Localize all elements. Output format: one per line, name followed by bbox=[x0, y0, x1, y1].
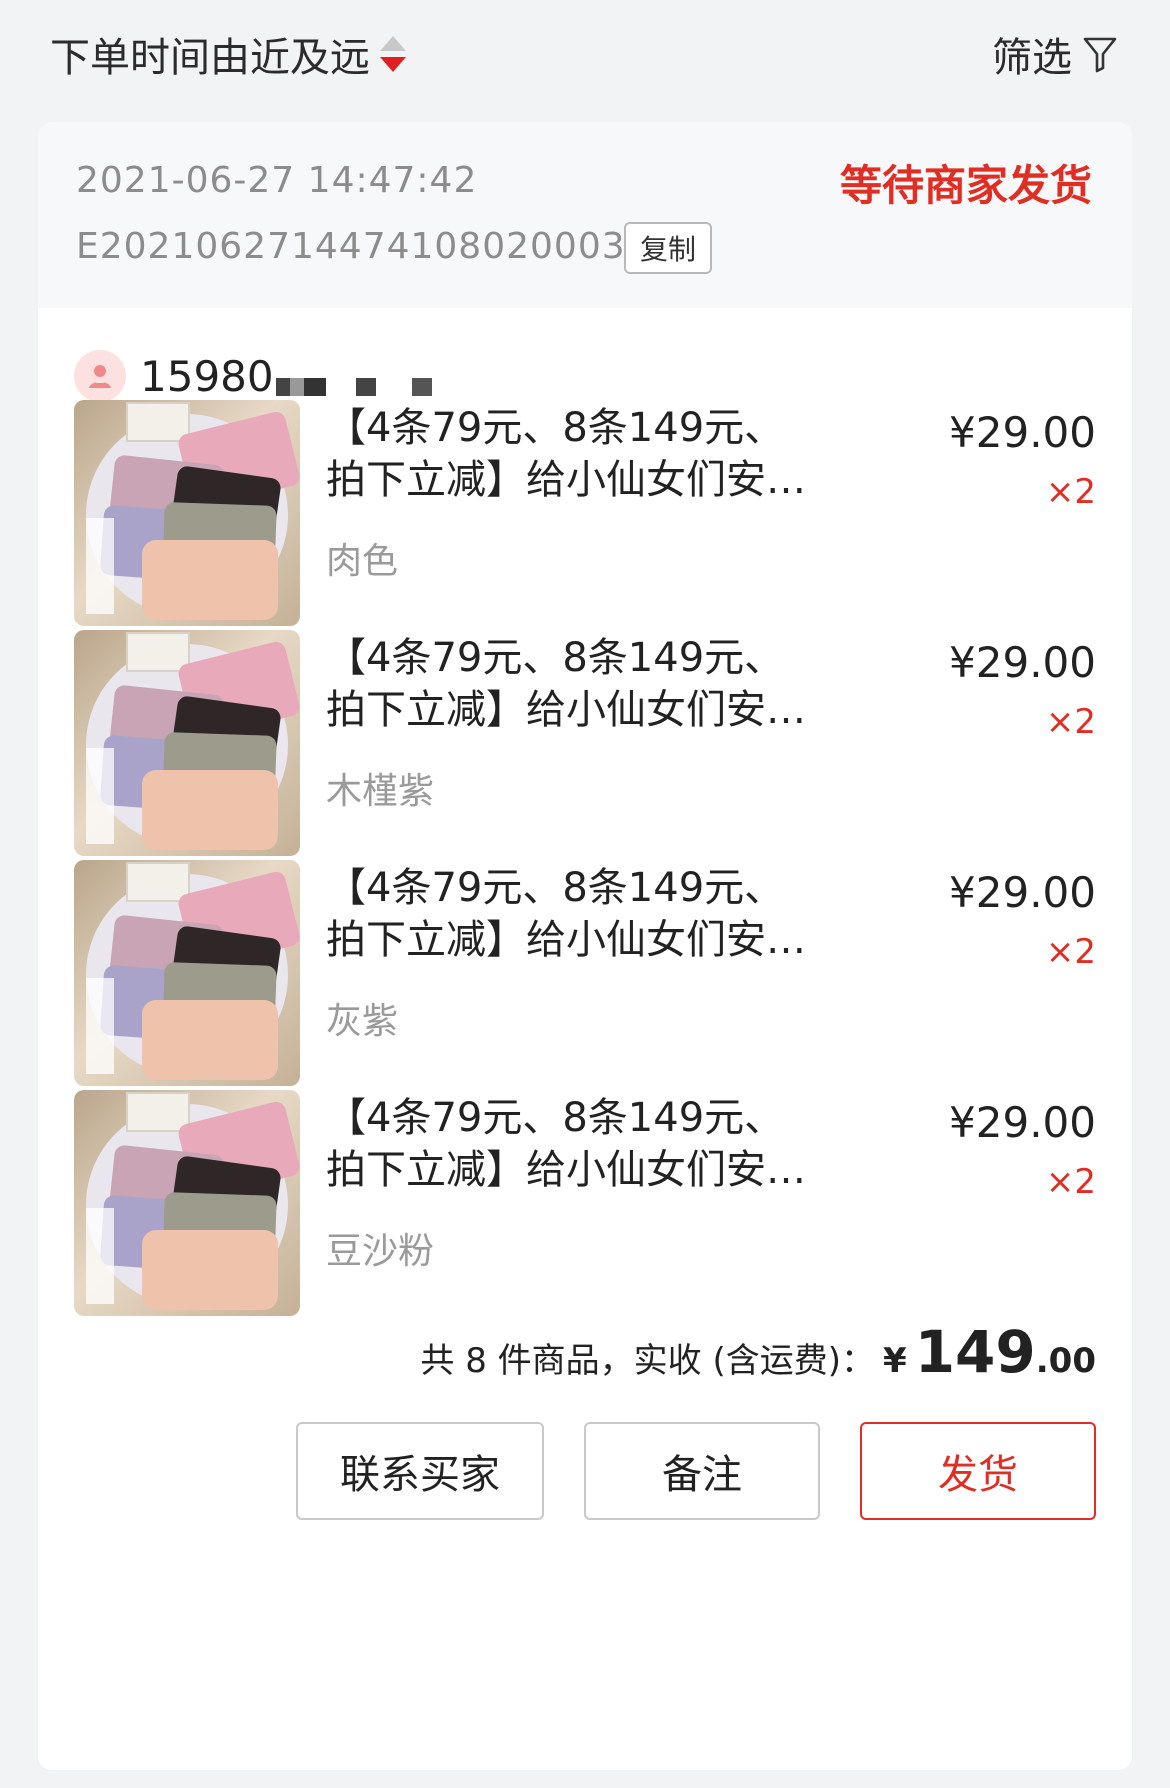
phone-mask bbox=[275, 356, 432, 396]
product-title-line2: 拍下立减】给小仙女们安… bbox=[326, 687, 806, 733]
filter-button[interactable]: 筛选 bbox=[992, 28, 1118, 81]
ship-button[interactable]: 发货 bbox=[860, 1422, 1096, 1520]
product-price: ¥29.00 bbox=[949, 1098, 1096, 1147]
product-thumbnail bbox=[74, 1090, 300, 1316]
product-title: 【4条79元、8条149元、 拍下立减】给小仙女们安… bbox=[326, 632, 846, 744]
product-item[interactable]: 【4条79元、8条149元、 拍下立减】给小仙女们安… 豆沙粉 ¥29.00 ×… bbox=[74, 1090, 1096, 1316]
product-title-line1: 【4条79元、8条149元、 bbox=[326, 405, 785, 451]
sort-toggle[interactable]: 下单时间由近及远 bbox=[50, 28, 406, 81]
product-item[interactable]: 【4条79元、8条149元、 拍下立减】给小仙女们安… 灰紫 ¥29.00 ×2 bbox=[74, 860, 1096, 1086]
summary-currency: ¥ bbox=[883, 1341, 907, 1381]
product-price: ¥29.00 bbox=[949, 638, 1096, 687]
product-price: ¥29.00 bbox=[949, 868, 1096, 917]
product-sku: 肉色 bbox=[326, 541, 399, 582]
top-bar: 下单时间由近及远 筛选 bbox=[0, 0, 1170, 110]
product-price: ¥29.00 bbox=[949, 408, 1096, 457]
user-icon bbox=[74, 350, 126, 402]
note-button[interactable]: 备注 bbox=[584, 1422, 820, 1520]
product-title-line1: 【4条79元、8条149元、 bbox=[326, 635, 785, 681]
product-title: 【4条79元、8条149元、 拍下立减】给小仙女们安… bbox=[326, 862, 846, 974]
contact-buyer-button[interactable]: 联系买家 bbox=[296, 1422, 544, 1520]
product-quantity: ×2 bbox=[1045, 472, 1096, 512]
product-title: 【4条79元、8条149元、 拍下立减】给小仙女们安… bbox=[326, 1092, 846, 1204]
product-item[interactable]: 【4条79元、8条149元、 拍下立减】给小仙女们安… 肉色 ¥29.00 ×2 bbox=[74, 400, 1096, 626]
product-item[interactable]: 【4条79元、8条149元、 拍下立减】给小仙女们安… 木槿紫 ¥29.00 ×… bbox=[74, 630, 1096, 856]
order-body: 15980 【4条79元、8条149元、 拍下立减】给小仙女们安… 肉色 ¥29… bbox=[38, 308, 1132, 1770]
product-quantity: ×2 bbox=[1045, 932, 1096, 972]
product-title-line1: 【4条79元、8条149元、 bbox=[326, 865, 785, 911]
funnel-icon bbox=[1083, 37, 1117, 73]
product-thumbnail bbox=[74, 860, 300, 1086]
order-id: E20210627144741080200037 bbox=[76, 226, 650, 267]
product-title-line2: 拍下立减】给小仙女们安… bbox=[326, 1147, 806, 1193]
product-sku: 豆沙粉 bbox=[326, 1231, 435, 1272]
product-quantity: ×2 bbox=[1045, 1162, 1096, 1202]
summary-text: 共 8 件商品，实收 (含运费)： bbox=[420, 1341, 876, 1381]
product-thumbnail bbox=[74, 630, 300, 856]
sort-triangles-icon bbox=[380, 32, 406, 76]
product-quantity: ×2 bbox=[1045, 702, 1096, 742]
order-summary: 共 8 件商品，实收 (含运费)： ¥ 149 .00 bbox=[420, 1318, 1096, 1388]
buyer-phone: 15980 bbox=[140, 351, 274, 401]
product-title-line1: 【4条79元、8条149元、 bbox=[326, 1095, 785, 1141]
product-thumbnail bbox=[74, 400, 300, 626]
product-title: 【4条79元、8条149元、 拍下立减】给小仙女们安… bbox=[326, 402, 846, 514]
copy-order-id-button[interactable]: 复制 bbox=[624, 222, 712, 274]
product-title-line2: 拍下立减】给小仙女们安… bbox=[326, 457, 806, 503]
buyer-info: 15980 bbox=[74, 346, 432, 406]
order-time: 2021-06-27 14:47:42 bbox=[76, 160, 478, 201]
product-title-line2: 拍下立减】给小仙女们安… bbox=[326, 917, 806, 963]
summary-amount-int: 149 bbox=[914, 1318, 1036, 1386]
order-card: 2021-06-27 14:47:42 等待商家发货 E202106271447… bbox=[38, 122, 1132, 1770]
sort-label: 下单时间由近及远 bbox=[50, 35, 370, 81]
order-header: 2021-06-27 14:47:42 等待商家发货 E202106271447… bbox=[38, 122, 1132, 308]
filter-label: 筛选 bbox=[992, 35, 1072, 81]
product-sku: 灰紫 bbox=[326, 1001, 399, 1042]
summary-amount-dec: .00 bbox=[1035, 1341, 1096, 1381]
product-sku: 木槿紫 bbox=[326, 771, 435, 812]
order-status: 等待商家发货 bbox=[839, 161, 1092, 210]
